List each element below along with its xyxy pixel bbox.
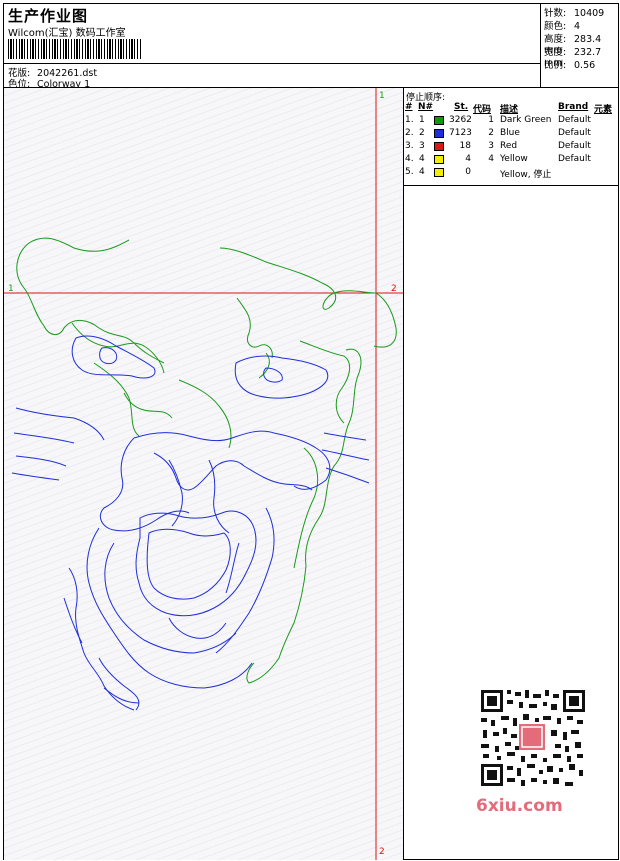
- guide-marker-2-bottom: 2: [379, 847, 385, 857]
- row-st: 4: [465, 154, 471, 164]
- green-stitch-outline: [16, 237, 397, 684]
- page-title: 生产作业图: [8, 7, 89, 25]
- col-n: N#: [418, 102, 434, 112]
- row-index: 1.: [405, 115, 414, 125]
- production-sheet: 生产作业图 Wilcom(汇宝) 数码工作室 花版: 2042261.dst 色…: [3, 3, 619, 860]
- row-index: 3.: [405, 141, 414, 151]
- row-code: 1: [488, 115, 494, 125]
- color-swatch: [434, 129, 444, 138]
- col-description: 描述: [500, 105, 519, 115]
- col-stitches: St.: [454, 102, 469, 112]
- row-code: 4: [488, 154, 494, 164]
- sheet-header: 生产作业图 Wilcom(汇宝) 数码工作室 花版: 2042261.dst 色…: [4, 4, 541, 90]
- stat-label: 针数:: [544, 8, 567, 19]
- stat-colors: 颜色: 4: [544, 18, 580, 32]
- embroidery-drawing: [4, 88, 403, 860]
- guide-marker-1-left: 1: [8, 284, 14, 294]
- col-brand: Brand: [558, 102, 589, 112]
- row-n: 1: [419, 115, 425, 125]
- row-n: 4: [419, 154, 425, 164]
- color-swatch: [434, 116, 444, 125]
- row-desc: Yellow, 停止: [500, 170, 552, 180]
- row-n: 3: [419, 141, 425, 151]
- row-code: 2: [488, 128, 494, 138]
- stop-sequence-table: 停止顺序: # N# St. 代码 描述 Brand 元素 1. 1 3262 1 Da…: [404, 88, 619, 186]
- row-index: 4.: [405, 154, 414, 164]
- row-desc: Red: [500, 141, 518, 151]
- stat-label: 比例:: [544, 60, 567, 71]
- stat-value: 0.56: [574, 60, 596, 71]
- row-brand: Default: [558, 128, 591, 138]
- color-swatch: [434, 142, 444, 151]
- barcode: [8, 39, 142, 59]
- col-element: 元素: [594, 105, 613, 115]
- col-index: #: [405, 102, 413, 112]
- row-desc: Blue: [500, 128, 520, 138]
- row-n: 4: [419, 167, 425, 177]
- stat-label: 高度:: [544, 34, 567, 45]
- stat-stitches: 针数: 10409: [544, 5, 604, 19]
- color-swatch: [434, 168, 444, 177]
- qr-code-graphic: [471, 684, 591, 794]
- col-code: 代码: [473, 105, 492, 115]
- stats-panel: 针数: 10409 颜色: 4 高度: 283.4 mm 宽度: 232.7 mm 比例…: [541, 4, 619, 88]
- design-preview: 1 1 2 2: [4, 88, 404, 860]
- row-index: 2.: [405, 128, 414, 138]
- row-st: 7123: [449, 128, 472, 138]
- header-divider: [4, 63, 541, 64]
- row-desc: Yellow: [500, 154, 528, 164]
- watermark: 6xiu.com: [476, 796, 563, 816]
- row-code: 3: [488, 141, 494, 151]
- row-index: 5.: [405, 167, 414, 177]
- color-swatch: [434, 155, 444, 164]
- row-st: 18: [459, 141, 471, 151]
- row-st: 0: [465, 167, 471, 177]
- row-brand: Default: [558, 115, 591, 125]
- company-name: Wilcom(汇宝) 数码工作室: [8, 28, 126, 39]
- row-desc: Dark Green: [500, 115, 552, 125]
- stat-label: 宽度:: [544, 47, 567, 58]
- stat-label: 颜色:: [544, 21, 567, 32]
- row-brand: Default: [558, 141, 591, 151]
- guide-marker-2-right: 2: [391, 284, 397, 294]
- row-n: 2: [419, 128, 425, 138]
- stat-scale: 比例: 0.56: [544, 57, 595, 71]
- guide-marker-1-top: 1: [379, 91, 385, 101]
- row-brand: Default: [558, 154, 591, 164]
- row-st: 3262: [449, 115, 472, 125]
